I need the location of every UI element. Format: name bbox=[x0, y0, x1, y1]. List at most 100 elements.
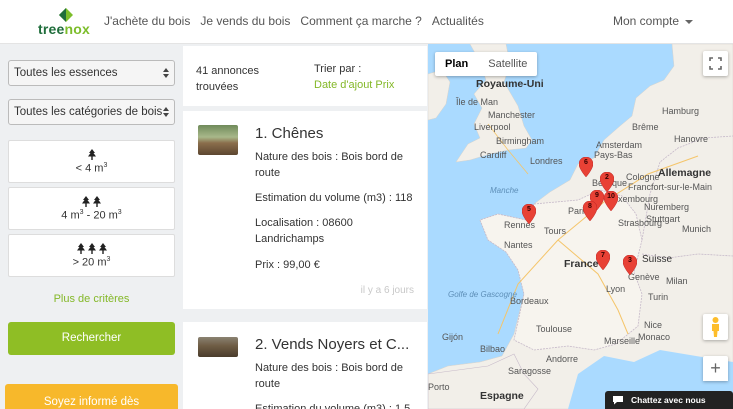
listing-volume: Estimation du volume (m3) : 1,5 bbox=[255, 403, 411, 409]
label-turin: Turin bbox=[648, 292, 669, 302]
label-marseille: Marseille bbox=[604, 336, 641, 346]
label-manchester: Manchester bbox=[488, 110, 536, 120]
listing-date: il y a 6 jours bbox=[360, 285, 414, 296]
get-notified-button[interactable]: Soyez informé dès bbox=[5, 384, 178, 409]
map-marker-10[interactable]: 10 bbox=[603, 190, 619, 212]
listings-header: 41 annonces trouvées Trier par : Date d'… bbox=[183, 46, 427, 106]
listing-nature: Nature des bois : Bois bord de route bbox=[255, 362, 403, 390]
marker-number: 10 bbox=[607, 193, 615, 200]
results-count: 41 annonces trouvées bbox=[196, 65, 259, 93]
listings-column: 41 annonces trouvées Trier par : Date d'… bbox=[183, 46, 427, 409]
tree-icon bbox=[82, 196, 90, 207]
volume-option-large[interactable]: > 20 m3 bbox=[8, 234, 175, 277]
label-ile-de-man: Île de Man bbox=[456, 97, 499, 107]
map-type-satellite[interactable]: Satellite bbox=[478, 52, 537, 76]
map-marker-7[interactable]: 7 bbox=[595, 249, 611, 271]
label-bilbao: Bilbao bbox=[480, 344, 506, 354]
account-label: Mon compte bbox=[612, 14, 679, 28]
label-golfe-de-gascogne: Golfe de Gascogne bbox=[448, 290, 517, 299]
volume-option-medium[interactable]: 4 m3 - 20 m3 bbox=[8, 187, 175, 230]
listing-thumbnail[interactable] bbox=[198, 337, 238, 357]
essence-select[interactable]: Toutes les essences bbox=[8, 60, 175, 86]
nav-news[interactable]: Actualités bbox=[432, 14, 484, 28]
chat-widget[interactable]: Chattez avec nous bbox=[605, 391, 733, 409]
marker-number: 7 bbox=[601, 252, 605, 259]
fullscreen-button[interactable] bbox=[703, 51, 728, 76]
label-breme: Brême bbox=[632, 122, 659, 132]
volume-label-large: > 20 m3 bbox=[72, 256, 111, 269]
map-type-plan[interactable]: Plan bbox=[435, 52, 478, 76]
label-cardiff: Cardiff bbox=[480, 150, 507, 160]
map-view[interactable]: Royaume-Uni Île de Man Manchester Liverp… bbox=[428, 44, 733, 409]
trees-icon-group bbox=[9, 147, 174, 160]
label-bordeaux: Bordeaux bbox=[510, 296, 549, 306]
volume-label-medium: 4 m3 - 20 m3 bbox=[61, 209, 122, 222]
label-hamburg: Hamburg bbox=[662, 106, 700, 116]
listing-title[interactable]: 1. Chênes bbox=[255, 125, 415, 142]
select-arrows-icon bbox=[163, 107, 169, 119]
sort-label: Trier par : bbox=[314, 63, 362, 75]
listing-card[interactable]: 1. Chênes Nature des bois : Bois bord de… bbox=[183, 111, 427, 309]
caret-down-icon bbox=[685, 19, 693, 24]
zoom-in-button[interactable]: + bbox=[703, 356, 728, 381]
label-andorre: Andorre bbox=[546, 354, 579, 364]
label-francfort: Francfort-sur-le-Main bbox=[628, 182, 713, 192]
listing-thumbnail[interactable] bbox=[198, 125, 238, 155]
label-monaco: Monaco bbox=[638, 332, 671, 342]
tree-icon bbox=[87, 243, 96, 254]
listing-nature: Nature des bois : Bois bord de route bbox=[255, 151, 403, 179]
listing-volume: Estimation du volume (m3) : 118 bbox=[255, 192, 413, 204]
label-espagne: Espagne bbox=[480, 390, 524, 402]
select-arrows-icon bbox=[163, 68, 169, 80]
tree-icon bbox=[87, 149, 96, 160]
label-saragosse: Saragosse bbox=[508, 366, 552, 376]
search-button[interactable]: Rechercher bbox=[8, 322, 175, 355]
label-strasbourg: Strasbourg bbox=[618, 218, 663, 228]
listing-price: Prix : 99,00 € bbox=[255, 259, 320, 271]
label-nuremberg: Nuremberg bbox=[644, 202, 690, 212]
tree-icon bbox=[98, 243, 107, 254]
map-marker-6[interactable]: 6 bbox=[578, 156, 594, 178]
label-suisse: Suisse bbox=[642, 254, 673, 265]
trees-icon-group bbox=[9, 194, 174, 207]
category-select[interactable]: Toutes les catégories de bois bbox=[8, 99, 175, 125]
tree-icon bbox=[76, 243, 85, 254]
label-gijon: Gijón bbox=[442, 332, 464, 342]
essence-select-value: Toutes les essences bbox=[14, 67, 118, 79]
listing-location: Localisation : 08600 Landrichamps bbox=[255, 217, 353, 245]
tree-icon bbox=[93, 196, 101, 207]
label-amsterdam: Amsterdam bbox=[596, 140, 643, 150]
volume-label-small: < 4 m3 bbox=[75, 162, 108, 175]
label-munich: Munich bbox=[682, 224, 712, 234]
marker-number: 6 bbox=[584, 159, 588, 166]
nav-how-it-works[interactable]: Comment ça marche ? bbox=[300, 14, 421, 28]
label-france: France bbox=[564, 258, 599, 270]
nav-buy-wood[interactable]: J'achète du bois bbox=[104, 14, 190, 28]
map-marker-3[interactable]: 3 bbox=[622, 254, 638, 276]
marker-number: 8 bbox=[588, 203, 592, 210]
map-marker-2[interactable]: 2 bbox=[599, 171, 615, 193]
category-select-value: Toutes les catégories de bois bbox=[14, 106, 163, 118]
account-menu[interactable]: Mon compte bbox=[613, 14, 693, 28]
listing-card[interactable]: 2. Vends Noyers et C... Nature des bois … bbox=[183, 322, 427, 409]
label-nice: Nice bbox=[644, 320, 663, 330]
volume-option-small[interactable]: < 4 m3 bbox=[8, 140, 175, 183]
label-lyon: Lyon bbox=[606, 284, 626, 294]
more-criteria-link[interactable]: Plus de critères bbox=[8, 293, 175, 305]
label-londres: Londres bbox=[530, 156, 563, 166]
nav-sell-wood[interactable]: Je vends du bois bbox=[200, 14, 290, 28]
street-view-button[interactable] bbox=[703, 314, 728, 340]
map-marker-8[interactable]: 8 bbox=[582, 200, 598, 222]
chat-bubble-icon bbox=[613, 396, 623, 405]
logo-text: treenox bbox=[38, 21, 90, 37]
chat-label: Chattez avec nous bbox=[631, 395, 706, 405]
label-allemagne: Allemagne bbox=[658, 167, 712, 179]
map-marker-5[interactable]: 5 bbox=[521, 203, 537, 225]
label-nantes: Nantes bbox=[504, 240, 533, 250]
sort-options[interactable]: Date d'ajout Prix bbox=[314, 79, 394, 91]
treenox-logo[interactable]: treenox bbox=[38, 8, 90, 37]
label-milan: Milan bbox=[666, 276, 688, 286]
listing-title[interactable]: 2. Vends Noyers et C... bbox=[255, 336, 415, 353]
label-royaume-uni: Royaume-Uni bbox=[476, 78, 544, 90]
trees-icon-group bbox=[9, 241, 174, 254]
